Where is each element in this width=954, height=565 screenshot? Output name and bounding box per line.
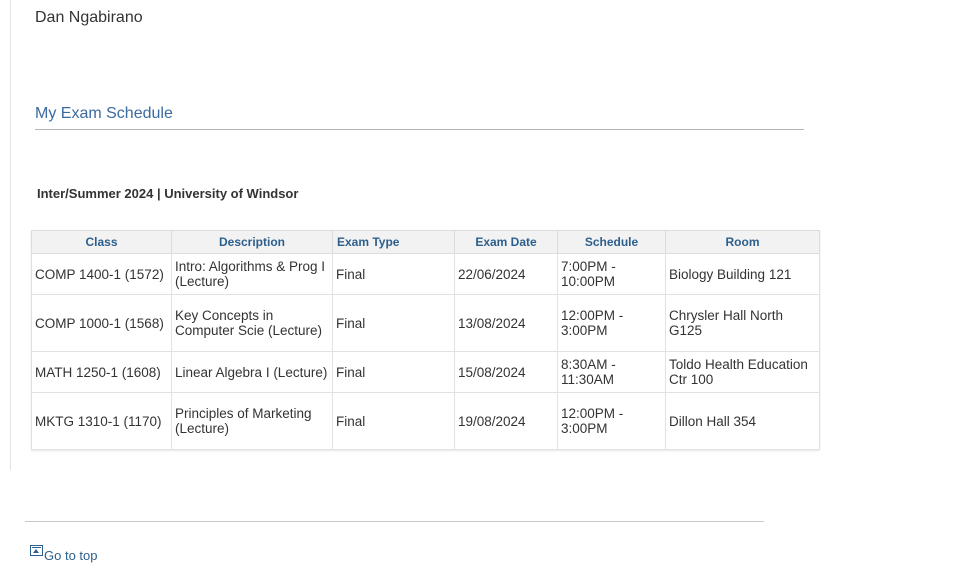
cell-class: MATH 1250-1 (1608)	[31, 351, 172, 393]
column-header-room: Room	[665, 230, 820, 254]
go-to-top-label[interactable]: Go to top	[44, 548, 97, 563]
column-header-class: Class	[31, 230, 172, 254]
cell-class: COMP 1400-1 (1572)	[31, 253, 172, 295]
page-left-border	[10, 0, 11, 470]
column-header-exam-type: Exam Type	[332, 230, 455, 254]
cell-description: Key Concepts in Computer Scie (Lecture)	[171, 294, 333, 352]
cell-description: Intro: Algorithms & Prog I (Lecture)	[171, 253, 333, 295]
arrow-up-to-top-icon[interactable]	[30, 545, 43, 556]
table-row: MATH 1250-1 (1608) Linear Algebra I (Lec…	[31, 351, 820, 393]
column-header-schedule: Schedule	[557, 230, 666, 254]
cell-description: Principles of Marketing (Lecture)	[171, 392, 333, 450]
cell-exam-type: Final	[332, 392, 455, 450]
cell-exam-type: Final	[332, 351, 455, 393]
cell-room: Biology Building 121	[665, 253, 820, 295]
cell-schedule: 8:30AM - 11:30AM	[557, 351, 666, 393]
cell-exam-type: Final	[332, 294, 455, 352]
cell-exam-date: 13/08/2024	[454, 294, 558, 352]
table-row: COMP 1400-1 (1572) Intro: Algorithms & P…	[31, 253, 820, 295]
cell-exam-date: 22/06/2024	[454, 253, 558, 295]
cell-room: Chrysler Hall North G125	[665, 294, 820, 352]
table-row: MKTG 1310-1 (1170) Principles of Marketi…	[31, 392, 820, 450]
footer-divider	[25, 521, 764, 522]
cell-schedule: 12:00PM - 3:00PM	[557, 392, 666, 450]
column-header-description: Description	[171, 230, 333, 254]
table-header-row: Class Description Exam Type Exam Date Sc…	[31, 230, 820, 254]
user-name: Dan Ngabirano	[35, 9, 143, 26]
cell-exam-date: 15/08/2024	[454, 351, 558, 393]
cell-exam-date: 19/08/2024	[454, 392, 558, 450]
cell-exam-type: Final	[332, 253, 455, 295]
cell-description: Linear Algebra I (Lecture)	[171, 351, 333, 393]
cell-schedule: 7:00PM - 10:00PM	[557, 253, 666, 295]
cell-class: MKTG 1310-1 (1170)	[31, 392, 172, 450]
exam-schedule-table: Class Description Exam Type Exam Date Sc…	[31, 230, 820, 450]
cell-room: Toldo Health Education Ctr 100	[665, 351, 820, 393]
cell-schedule: 12:00PM - 3:00PM	[557, 294, 666, 352]
cell-class: COMP 1000-1 (1568)	[31, 294, 172, 352]
table-row: COMP 1000-1 (1568) Key Concepts in Compu…	[31, 294, 820, 352]
title-divider	[35, 129, 804, 130]
term-heading: Inter/Summer 2024 | University of Windso…	[37, 186, 299, 201]
cell-room: Dillon Hall 354	[665, 392, 820, 450]
column-header-exam-date: Exam Date	[454, 230, 558, 254]
page-title: My Exam Schedule	[35, 105, 173, 122]
go-to-top-link[interactable]: Go to top	[30, 545, 97, 563]
